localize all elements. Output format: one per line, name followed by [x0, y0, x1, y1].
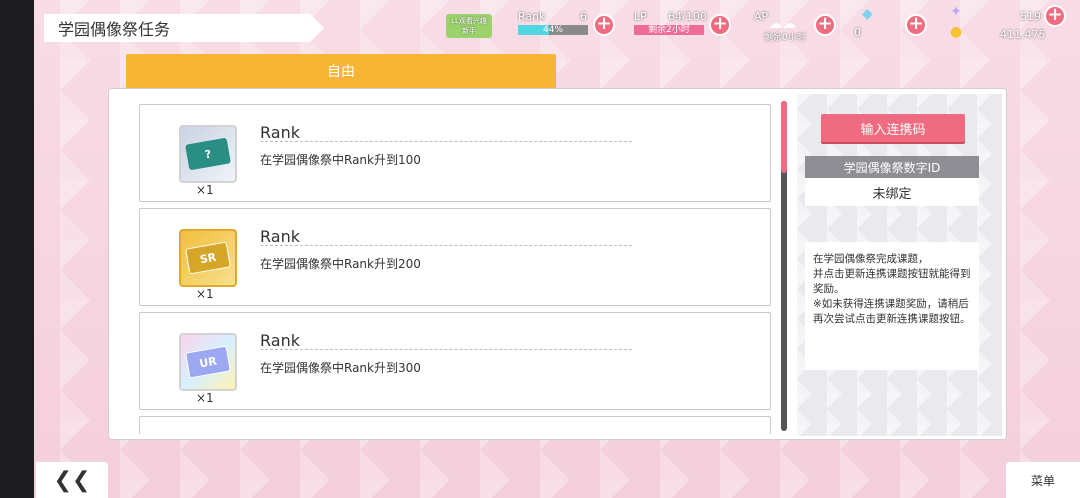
badge-sub: 新手 [462, 27, 476, 35]
mission-description: 在学园偶像祭中Rank升到200 [260, 257, 421, 271]
menu-button[interactable]: 菜单 [1006, 462, 1080, 498]
ticket-normal-icon: ? [179, 125, 237, 183]
currency-plus-button[interactable]: + [1044, 5, 1066, 27]
back-button[interactable]: ❮❮ [36, 462, 108, 498]
reward-quantity: ×1 [196, 287, 214, 301]
rank-value: 6 [580, 10, 587, 23]
mission-card-partial[interactable] [139, 416, 771, 434]
mission-description: 在学园偶像祭中Rank升到100 [260, 153, 421, 167]
mission-description: 在学园偶像祭中Rank升到300 [260, 361, 421, 375]
digital-id-value: 未绑定 [805, 178, 979, 206]
page-title: 学园偶像祭任务 [44, 14, 324, 42]
scrollbar-thumb[interactable] [781, 101, 787, 173]
coin-icon: ● [950, 24, 963, 40]
lp-plus-button[interactable]: + [709, 14, 731, 36]
link-instructions: 在学园偶像祭完成课题， 并点击更新连携课题按钮就能得到奖励。 ※如未获得连携课题… [805, 242, 979, 370]
mission-card[interactable]: UR ×1 Rank 在学园偶像祭中Rank升到300 [139, 312, 771, 410]
mission-card[interactable]: ? ×1 Rank 在学园偶像祭中Rank升到100 [139, 104, 771, 202]
reward-quantity: ×1 [196, 391, 214, 405]
ticket-label: UR [185, 345, 231, 379]
mission-card[interactable]: SR ×1 Rank 在学园偶像祭中Rank升到200 [139, 208, 771, 306]
rank-label: Rank [518, 10, 546, 23]
digital-id-heading: 学园偶像祭数字ID [805, 156, 979, 178]
lp-value: 64/100 [668, 10, 707, 23]
gem-value: 0 [854, 26, 861, 39]
badge-label: LL观看兴趣 [451, 17, 487, 25]
lp-bar: 剩余2小时 [634, 25, 704, 35]
ticket-ur-icon: UR [179, 333, 237, 391]
ap-label: AP [754, 10, 769, 23]
reward-quantity: ×1 [196, 183, 214, 197]
star-icon: ✦ [950, 4, 962, 20]
title-badge[interactable]: LL观看兴趣 新手 [446, 14, 492, 38]
ticket-label: ? [185, 137, 231, 171]
mission-name: Rank [260, 331, 300, 350]
tab-free[interactable]: 自由 [126, 54, 556, 88]
ticket-label: SR [185, 241, 231, 275]
enter-link-code-button[interactable]: 输入连携码 [821, 114, 965, 142]
ap-sub-label: 剩余0小时 [764, 33, 806, 43]
mission-name: Rank [260, 227, 300, 246]
ticket-sr-icon: SR [179, 229, 237, 287]
left-edge-strip [0, 0, 34, 498]
lp-label: LP [634, 10, 647, 23]
link-info-pane: 输入连携码 学园偶像祭数字ID 未绑定 在学园偶像祭完成课题， 并点击更新连携课… [797, 94, 1002, 436]
rank-progress-label: 44% [542, 25, 563, 35]
gem-plus-button[interactable]: + [905, 14, 927, 36]
gem-icon: ◆ [862, 6, 873, 22]
list-scrollbar[interactable] [781, 101, 787, 431]
rank-plus-button[interactable]: + [593, 14, 615, 36]
divider [260, 245, 632, 246]
mission-name: Rank [260, 123, 300, 142]
divider [260, 141, 632, 142]
lp-sub-label: 剩余2小时 [648, 25, 690, 35]
star-value: 519 [1020, 10, 1041, 23]
divider [260, 349, 632, 350]
mission-list[interactable]: ? ×1 Rank 在学园偶像祭中Rank升到100 SR ×1 Rank 在学… [139, 104, 771, 434]
ap-plus-button[interactable]: + [814, 14, 836, 36]
coin-value: 411,475 [1000, 28, 1046, 41]
mission-panel: ? ×1 Rank 在学园偶像祭中Rank升到100 SR ×1 Rank 在学… [108, 88, 1007, 440]
rank-bar-track: 44% [518, 25, 588, 35]
